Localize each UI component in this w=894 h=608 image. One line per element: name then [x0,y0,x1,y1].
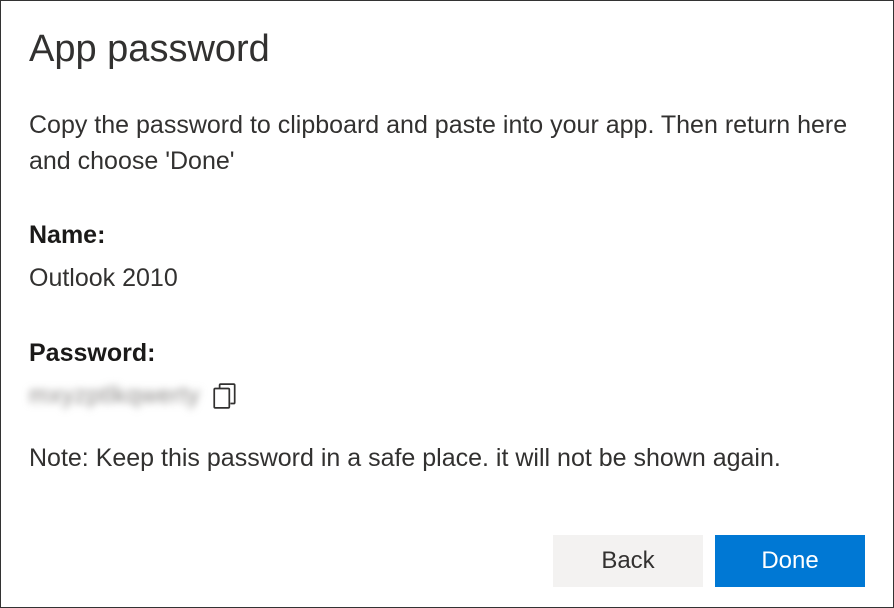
dialog-title: App password [29,29,865,71]
app-password-dialog: App password Copy the password to clipbo… [0,0,894,608]
dialog-footer: Back Done [553,535,865,587]
done-button[interactable]: Done [715,535,865,587]
name-value: Outlook 2010 [29,264,865,293]
back-button[interactable]: Back [553,535,703,587]
password-value: mxyzptlkqwerty [29,382,200,410]
password-label: Password: [29,339,865,368]
copy-icon[interactable] [212,382,238,410]
instruction-text: Copy the password to clipboard and paste… [29,107,865,180]
note-text: Note: Keep this password in a safe place… [29,444,865,473]
password-row: mxyzptlkqwerty [29,382,865,410]
name-label: Name: [29,221,865,250]
